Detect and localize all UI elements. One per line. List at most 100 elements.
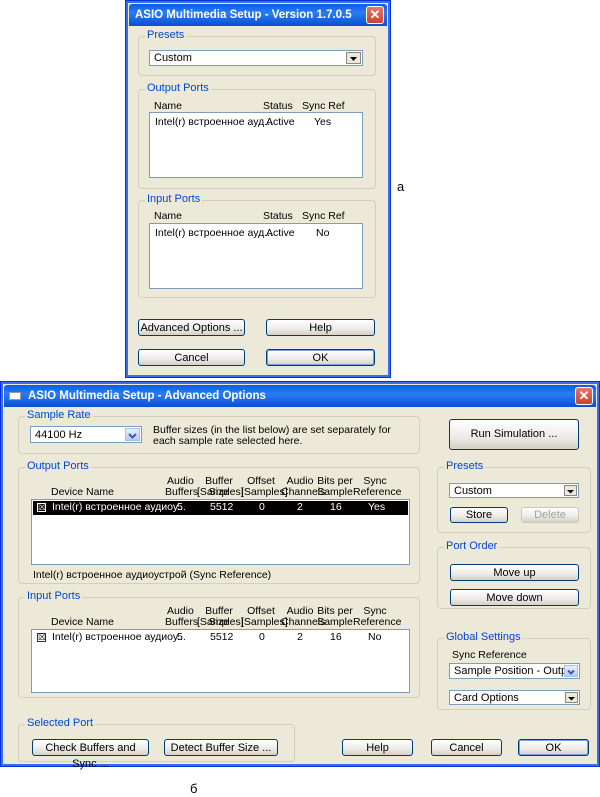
app-icon — [9, 392, 21, 400]
dialog-title: ASIO Multimedia Setup - Version 1.7.0.5 — [135, 9, 352, 21]
col-channels-2: Channels — [281, 616, 326, 628]
output-ports-label: Output Ports — [145, 82, 211, 94]
port-name: Intel(r) встроенное аудиоу... — [52, 501, 186, 513]
presets-select[interactable]: Custom — [149, 50, 363, 66]
port-checkbox[interactable]: ☒ — [37, 503, 46, 512]
detect-buffer-size-button[interactable]: Detect Buffer Size ... — [164, 739, 278, 756]
col-buffer-size-2: [Samples] — [197, 486, 244, 498]
port-channels: 2 — [297, 501, 303, 513]
delete-button[interactable]: Delete — [521, 507, 579, 523]
cancel-button[interactable]: Cancel — [431, 739, 502, 756]
input-ports-group: Input Ports Device Name Audio Buffers Bu… — [18, 590, 420, 698]
sample-rate-label: Sample Rate — [25, 409, 93, 421]
port-status: Active — [266, 116, 295, 128]
table-row[interactable]: ☒ Intel(r) встроенное аудиоу... 5 5512 0… — [33, 501, 408, 515]
output-ports-group: Output Ports Device Name Audio Buffers B… — [18, 460, 420, 584]
chevron-down-icon[interactable] — [564, 485, 577, 496]
port-name: Intel(r) встроенное ауд... — [155, 116, 273, 128]
close-button[interactable]: ✕ — [575, 387, 593, 405]
chevron-down-icon[interactable] — [346, 52, 361, 64]
sync-reference-label: Sync Reference — [452, 649, 527, 661]
presets-select[interactable]: Custom — [449, 483, 579, 498]
col-offset-2: [Samples] — [241, 616, 288, 628]
col-sync-2: Reference — [353, 486, 402, 498]
figure-caption-a: а — [397, 179, 405, 194]
port-buffers: 5 — [177, 501, 183, 513]
port-sync: No — [368, 631, 382, 643]
port-order-group: Port Order Move up Move down — [437, 540, 591, 609]
ok-button[interactable]: OK — [518, 739, 589, 756]
col-channels-2: Channels — [281, 486, 326, 498]
presets-value: Custom — [454, 485, 492, 497]
title-bar[interactable]: ASIO Multimedia Setup - Version 1.7.0.5 … — [129, 4, 387, 26]
input-ports-group: Input Ports Name Status Sync Ref Intel(r… — [138, 193, 376, 298]
port-offset: 0 — [259, 631, 265, 643]
sync-reference-select[interactable]: Sample Position - Output — [449, 663, 580, 679]
port-name: Intel(r) встроенное ауд... — [155, 227, 273, 239]
dialog-title: ASIO Multimedia Setup - Advanced Options — [28, 390, 266, 402]
col-buffer-size-2: [Samples] — [197, 616, 244, 628]
move-down-button[interactable]: Move down — [450, 589, 579, 606]
close-icon: ✕ — [369, 7, 381, 22]
output-ports-group: Output Ports Name Status Sync Ref Intel(… — [138, 82, 376, 189]
close-button[interactable]: ✕ — [366, 6, 384, 24]
port-channels: 2 — [297, 631, 303, 643]
col-bits-2: Sample — [317, 486, 353, 498]
presets-group: Presets Custom Store Delete — [437, 460, 591, 533]
output-ports-label: Output Ports — [25, 460, 91, 472]
presets-label: Presets — [145, 29, 187, 41]
table-row[interactable]: ☒ Intel(r) встроенное аудиоу... 5 5512 0… — [33, 631, 408, 645]
selected-port-group: Selected Port Check Buffers and Sync ...… — [18, 717, 295, 770]
card-options-select[interactable]: Card Options — [449, 690, 580, 705]
store-button[interactable]: Store — [450, 507, 508, 523]
col-name: Name — [154, 210, 183, 222]
chevron-down-icon[interactable] — [564, 665, 578, 677]
sync-reference-status: Intel(r) встроенное аудиоустрой (Sync Re… — [33, 569, 272, 581]
move-up-button[interactable]: Move up — [450, 564, 579, 581]
close-icon: ✕ — [578, 388, 590, 403]
port-buffer-size: 5512 — [210, 501, 234, 513]
port-sync: Yes — [314, 116, 332, 128]
col-bits-2: Sample — [317, 616, 353, 628]
help-button[interactable]: Help — [266, 319, 375, 336]
ok-button[interactable]: OK — [266, 349, 375, 366]
figure-caption-b: б — [190, 781, 198, 796]
chevron-down-icon[interactable] — [125, 428, 140, 441]
sample-rate-select[interactable]: 44100 Hz — [30, 426, 142, 443]
input-ports-list[interactable]: ☒ Intel(r) встроенное аудиоу... 5 5512 0… — [31, 629, 410, 693]
sample-rate-group: Sample Rate 44100 Hz Buffer sizes (in th… — [18, 409, 420, 454]
col-device-name: Device Name — [51, 486, 115, 498]
check-buffers-button[interactable]: Check Buffers and Sync ... — [32, 739, 149, 770]
advanced-options-dialog: ASIO Multimedia Setup - Advanced Options… — [0, 381, 600, 770]
output-ports-list[interactable]: ☒ Intel(r) встроенное аудиоу... 5 5512 0… — [31, 499, 410, 565]
port-buffers: 5 — [177, 631, 183, 643]
col-audio-buffers-2: Buffers — [165, 616, 199, 628]
presets-group: Presets Custom — [138, 29, 376, 76]
port-buffer-size: 5512 — [210, 631, 234, 643]
output-ports-list[interactable]: Intel(r) встроенное ауд... Active Yes — [149, 112, 363, 178]
global-settings-label: Global Settings — [444, 631, 523, 643]
input-ports-label: Input Ports — [145, 193, 203, 205]
port-name: Intel(r) встроенное аудиоу... — [52, 631, 186, 643]
port-bits: 16 — [330, 631, 342, 643]
run-simulation-button[interactable]: Run Simulation ... — [449, 419, 579, 450]
sample-rate-note: Buffer sizes (in the list below) are set… — [153, 424, 391, 447]
input-ports-label: Input Ports — [25, 590, 83, 602]
input-ports-list[interactable]: Intel(r) встроенное ауд... Active No — [149, 223, 363, 289]
col-sync: Sync Ref — [302, 210, 345, 222]
advanced-options-button[interactable]: Advanced Options ... — [138, 319, 245, 336]
col-offset-2: [Samples] — [241, 486, 288, 498]
chevron-down-icon[interactable] — [565, 692, 578, 703]
col-audio-buffers-2: Buffers — [165, 486, 199, 498]
col-sync-2: Reference — [353, 616, 402, 628]
port-sync: No — [316, 227, 330, 239]
port-status: Active — [266, 227, 295, 239]
card-options-value: Card Options — [454, 692, 519, 704]
port-checkbox[interactable]: ☒ — [37, 633, 46, 642]
title-bar[interactable]: ASIO Multimedia Setup - Advanced Options… — [4, 385, 596, 407]
cancel-button[interactable]: Cancel — [138, 349, 245, 366]
help-button[interactable]: Help — [342, 739, 413, 756]
setup-dialog: ASIO Multimedia Setup - Version 1.7.0.5 … — [125, 0, 391, 378]
selected-port-label: Selected Port — [25, 717, 96, 729]
presets-label: Presets — [444, 460, 486, 472]
